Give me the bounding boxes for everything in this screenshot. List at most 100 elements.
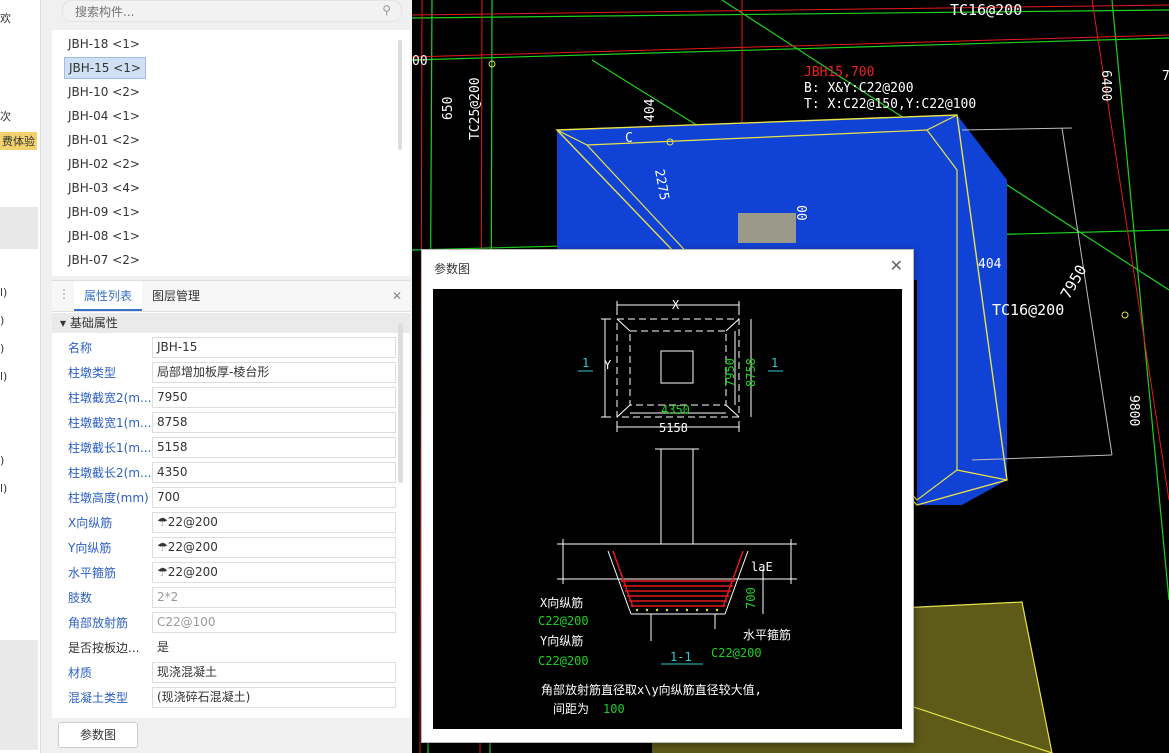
list-scrollbar[interactable] <box>398 40 402 150</box>
label-lae: laE <box>751 560 773 574</box>
strip-text: ) <box>0 314 5 327</box>
prop-label: 名称 <box>68 341 93 355</box>
prop-value[interactable]: 5158 <box>152 437 396 458</box>
prop-row: 肢数 2*2 <box>52 585 398 610</box>
prop-value[interactable]: C22@100 <box>152 612 396 633</box>
parameter-drawing: X Y 4350 5158 7950 8758 1 1 X向纵筋 C22@200… <box>538 298 797 716</box>
cad-label: TC16@200 <box>950 1 1022 19</box>
prop-label: Y向纵筋 <box>68 541 112 555</box>
cad-label: JBH15,700 <box>804 65 874 80</box>
properties-scrollbar[interactable] <box>398 323 403 483</box>
label-y-bar: Y向纵筋 <box>540 633 583 648</box>
prop-label: 角部放射筋 <box>68 616 129 630</box>
note-line-2: 间距为 <box>553 702 589 716</box>
prop-label: 柱墩截长2(m... <box>68 466 150 480</box>
left-panel-strip: 欢 次 费体验 l) ) ) l) ) l) <box>0 0 41 753</box>
cad-dim: 6400 <box>1098 70 1113 101</box>
value-y-bar: C22@200 <box>538 654 589 668</box>
strip-text: ) <box>0 454 5 467</box>
strip-text: 欢 <box>0 12 11 25</box>
prop-value[interactable]: 7950 <box>152 387 396 408</box>
strip-text: 次 <box>0 110 11 123</box>
dialog-title: 参数图 <box>434 262 471 276</box>
cad-dim: 700 <box>1162 69 1169 84</box>
cad-label: TC16@200 <box>992 301 1064 319</box>
strip-text: l) <box>0 482 8 495</box>
cad-dim: C <box>625 131 633 146</box>
button-bar: 参数图 <box>52 718 410 753</box>
note-line-1: 角部放射筋直径取x\y向纵筋直径较大值, <box>541 682 762 697</box>
prop-row: 混凝土类型 (现浇碎石混凝土) <box>52 685 398 710</box>
cad-dim: 00 <box>412 54 428 69</box>
prop-row: 柱墩截宽1(m... 8758 <box>52 410 398 435</box>
prop-label: 柱墩截宽1(m... <box>68 416 150 430</box>
search-input[interactable] <box>73 1 377 23</box>
prop-value[interactable]: 2*2 <box>152 587 396 608</box>
prop-value[interactable]: 4350 <box>152 462 396 483</box>
prop-label: X向纵筋 <box>68 516 113 530</box>
dim-5158: 5158 <box>659 421 688 435</box>
search-icon[interactable]: ⚲ <box>382 3 391 17</box>
tab-properties[interactable]: 属性列表 <box>74 281 143 311</box>
prop-row: Y向纵筋 ☂22@200 <box>52 535 398 560</box>
strip-text: l) <box>0 370 8 383</box>
prop-row: X向纵筋 ☂22@200 <box>52 510 398 535</box>
prop-label: 肢数 <box>68 591 93 605</box>
label-x: X <box>672 298 680 312</box>
prop-row: 角部放射筋 C22@100 <box>52 610 398 635</box>
prop-value[interactable]: 8758 <box>152 412 396 433</box>
prop-label: 柱墩截长1(m... <box>68 441 150 455</box>
prop-row: 是否按板边... 是 <box>52 635 398 660</box>
param-diagram-button[interactable]: 参数图 <box>58 722 138 748</box>
prop-value[interactable]: 局部增加板厚-棱台形 <box>152 362 396 383</box>
prop-value[interactable]: JBH-15 <box>152 337 396 358</box>
prop-row: 柱墩类型 局部增加板厚-棱台形 <box>52 360 398 385</box>
list-item[interactable]: JBH-08 <1> <box>64 226 144 246</box>
prop-row: 柱墩截宽2(m... 7950 <box>52 385 398 410</box>
list-item[interactable]: JBH-07 <2> <box>64 250 144 270</box>
cad-dim: 404 <box>643 98 658 122</box>
section-1-1: 1-1 <box>670 650 692 664</box>
cad-dim: 9800 <box>1126 395 1141 426</box>
dim-7950: 7950 <box>723 358 737 387</box>
prop-value[interactable]: ☂22@200 <box>152 512 396 533</box>
list-item[interactable]: JBH-18 <1> <box>64 34 144 54</box>
properties-panel: ⋮⋮ 属性列表 图层管理 ✕ ▾ 基础属性 名称 JBH-15 柱墩类型 局部增加板… <box>52 280 410 719</box>
strip-text: ) <box>0 342 5 355</box>
trial-badge[interactable]: 费体验 <box>0 132 37 150</box>
prop-label: 柱墩类型 <box>68 366 117 380</box>
label-y: Y <box>604 358 612 372</box>
list-item[interactable]: JBH-10 <2> <box>64 82 144 102</box>
close-icon[interactable]: ✕ <box>890 256 903 275</box>
strip-bottom-area <box>0 640 38 750</box>
list-item[interactable]: JBH-03 <4> <box>64 178 144 198</box>
list-item-selected[interactable]: JBH-15 <1> <box>64 57 146 79</box>
prop-value[interactable]: 现浇混凝土 <box>152 662 396 683</box>
label-h-stirrup: 水平箍筋 <box>743 627 791 642</box>
prop-value[interactable]: 700 <box>152 487 396 508</box>
list-item[interactable]: JBH-09 <1> <box>64 202 144 222</box>
cad-dim: 650 <box>441 97 456 120</box>
prop-row: 名称 JBH-15 <box>52 335 398 360</box>
section-header[interactable]: ▾ 基础属性 <box>52 313 410 333</box>
tab-layers[interactable]: 图层管理 <box>142 281 210 311</box>
list-item[interactable]: JBH-01 <2> <box>64 130 144 150</box>
cad-dim: 00 <box>793 205 808 221</box>
list-item[interactable]: JBH-04 <1> <box>64 106 144 126</box>
prop-value[interactable]: ☂22@200 <box>152 537 396 558</box>
prop-row: 水平箍筋 ☂22@200 <box>52 560 398 585</box>
prop-value[interactable]: 是 <box>152 637 396 658</box>
prop-label: 水平箍筋 <box>68 566 117 580</box>
close-icon[interactable]: ✕ <box>392 289 402 303</box>
section-mark-right: 1 <box>771 356 778 370</box>
prop-row: 材质 现浇混凝土 <box>52 660 398 685</box>
prop-value[interactable]: ☂22@200 <box>152 562 396 583</box>
search-box[interactable]: ⚲ <box>62 0 402 23</box>
prop-row: 柱墩截长2(m... 4350 <box>52 460 398 485</box>
member-list: JBH-18 <1> JBH-15 <1> JBH-10 <2> JBH-04 … <box>52 30 410 276</box>
strip-selected-item[interactable] <box>0 207 38 249</box>
prop-value[interactable]: (现浇碎石混凝土) <box>152 687 396 708</box>
cad-label: T: X:C22@150,Y:C22@100 <box>804 97 976 112</box>
cad-label: TC25@200 <box>468 77 483 140</box>
list-item[interactable]: JBH-02 <2> <box>64 154 144 174</box>
